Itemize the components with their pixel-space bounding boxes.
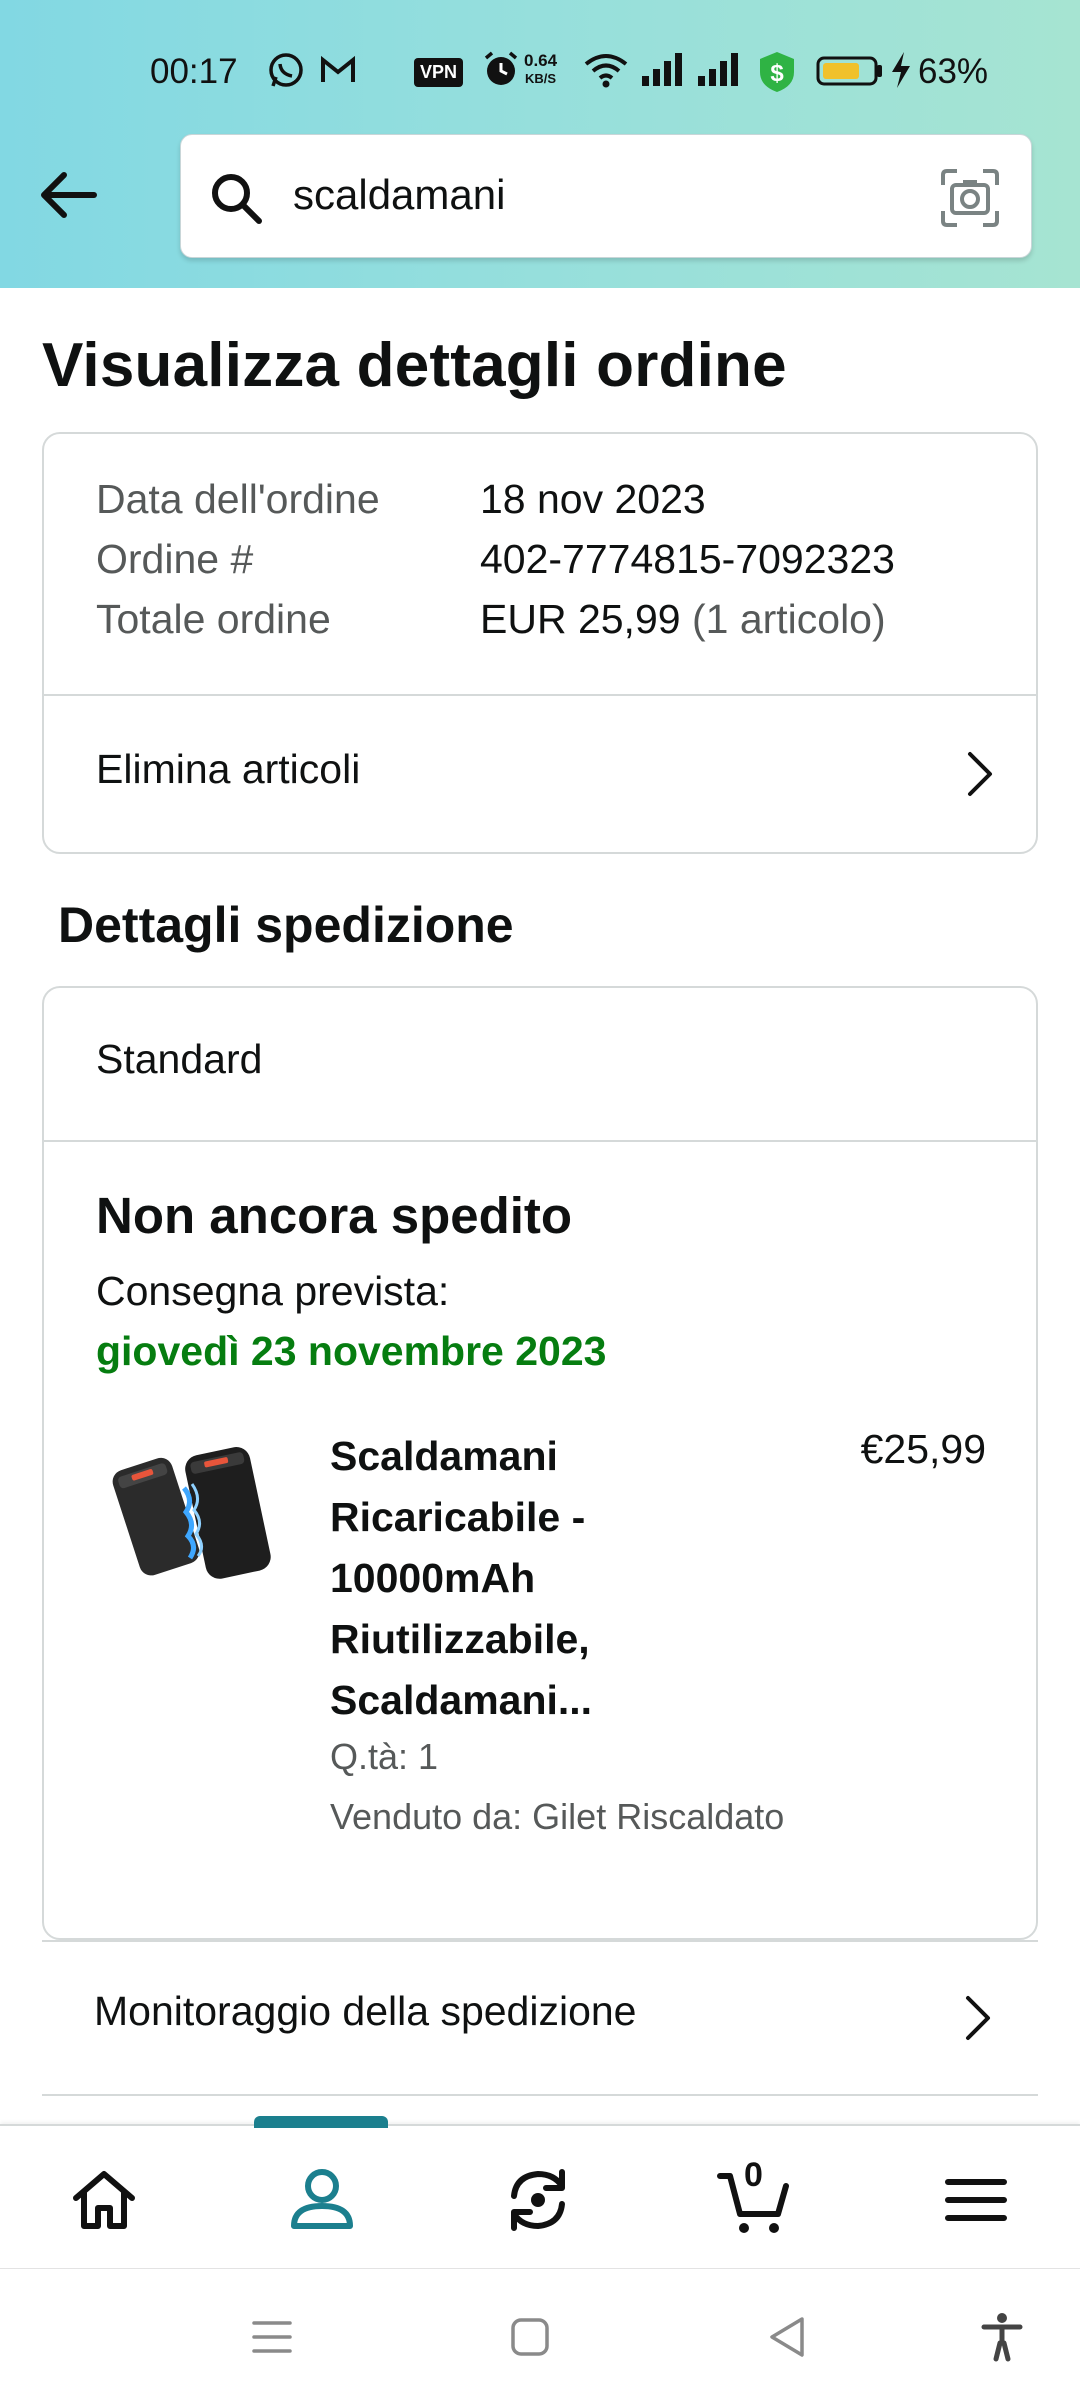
search-input[interactable]: scaldamani <box>180 134 1032 258</box>
order-number-row: Ordine # 402-7774815-7092323 <box>96 536 895 583</box>
vpn-icon: VPN <box>414 58 464 87</box>
svg-text:$: $ <box>770 60 784 87</box>
order-date-value: 18 nov 2023 <box>480 476 706 522</box>
system-navigation-bar <box>0 2268 1080 2400</box>
cart-button[interactable]: 0 <box>716 2156 792 2238</box>
returns-icon[interactable] <box>500 2162 576 2238</box>
delivery-date: giovedì 23 novembre 2023 <box>96 1328 607 1374</box>
bottom-navigation: 0 <box>0 2116 1080 2270</box>
network-speed: 0.64 KB/S <box>524 51 558 87</box>
shipping-method: Standard <box>96 1036 263 1082</box>
order-number-value: 402-7774815-7092323 <box>480 536 895 582</box>
menu-icon[interactable] <box>938 2162 1014 2238</box>
delivery-label: Consegna prevista: <box>96 1268 450 1314</box>
shipment-card: Standard Non ancora spedito Consegna pre… <box>42 986 1038 1940</box>
signal-icon <box>698 53 738 86</box>
app-header: 00:17 VPN 0.64 KB/S $ 63% scaldamani <box>0 0 1080 288</box>
shield-dollar-icon: $ <box>760 52 794 92</box>
charging-icon <box>892 52 910 88</box>
tracking-label: Monitoraggio della spedizione <box>94 1988 637 2034</box>
order-date-label: Data dell'ordine <box>96 476 380 522</box>
home-button-icon[interactable] <box>504 2311 556 2363</box>
camera-search-icon[interactable] <box>939 167 1001 229</box>
delete-items-row[interactable]: Elimina articoli <box>44 696 1036 854</box>
back-arrow-icon[interactable] <box>34 160 104 230</box>
battery-icon <box>816 56 882 86</box>
cart-count-badge: 0 <box>744 2156 763 2194</box>
product-title[interactable]: Scaldamani Ricaricabile - 10000mAh Riuti… <box>330 1426 710 1731</box>
signal-icon <box>642 53 682 86</box>
tracking-row[interactable]: Monitoraggio della spedizione <box>42 1940 1038 2096</box>
wifi-icon <box>584 54 628 88</box>
order-item-count: (1 articolo) <box>691 596 886 642</box>
order-total-label: Totale ordine <box>96 596 331 642</box>
delete-items-label: Elimina articoli <box>96 746 361 792</box>
order-total-row: Totale ordine EUR 25,99 (1 articolo) <box>96 596 886 643</box>
order-date-row: Data dell'ordine 18 nov 2023 <box>96 476 706 523</box>
product-image[interactable] <box>98 1428 288 1598</box>
alarm-icon <box>484 51 518 85</box>
shipping-section-title: Dettagli spedizione <box>58 897 514 953</box>
home-icon[interactable] <box>66 2162 142 2238</box>
chevron-right-icon <box>966 1996 990 2040</box>
page-title: Visualizza dettagli ordine <box>42 331 787 400</box>
product-quantity: Q.tà: 1 <box>330 1736 439 1777</box>
status-time: 00:17 <box>150 52 238 91</box>
recents-icon[interactable] <box>246 2311 298 2363</box>
order-number-label: Ordine # <box>96 536 254 582</box>
account-icon[interactable] <box>284 2162 360 2238</box>
shipment-status: Non ancora spedito <box>96 1187 573 1244</box>
order-summary-card: Data dell'ordine 18 nov 2023 Ordine # 40… <box>42 432 1038 854</box>
whatsapp-icon <box>269 53 303 87</box>
active-tab-indicator <box>254 2116 388 2128</box>
gmail-icon <box>321 55 355 82</box>
search-icon <box>212 174 262 224</box>
status-bar: 00:17 VPN 0.64 KB/S $ 63% <box>0 40 1080 104</box>
search-query: scaldamani <box>293 171 506 218</box>
order-total-value: EUR 25,99 (1 articolo) <box>480 596 886 642</box>
chevron-right-icon <box>968 752 992 796</box>
product-seller: Venduto da: Gilet Riscaldato <box>330 1796 785 1837</box>
battery-percent: 63% <box>918 52 989 91</box>
back-button-icon[interactable] <box>762 2311 814 2363</box>
divider <box>44 1140 1036 1142</box>
product-price: €25,99 <box>860 1426 986 1472</box>
accessibility-icon[interactable] <box>976 2311 1028 2363</box>
